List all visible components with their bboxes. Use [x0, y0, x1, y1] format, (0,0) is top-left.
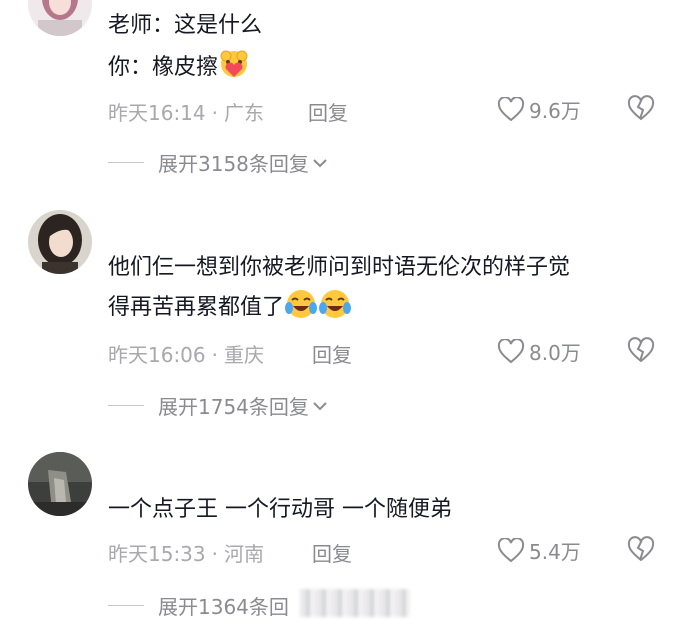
comment-location: 河南	[224, 542, 264, 566]
expand-replies-label: 展开1754条回复	[158, 395, 309, 419]
comment-text-line: 你：橡皮擦	[108, 50, 250, 90]
comment-meta: 昨天16:14 · 广东	[108, 101, 264, 125]
expand-divider	[108, 162, 144, 163]
chevron-down-icon	[313, 401, 327, 410]
broken-heart-icon	[627, 337, 655, 363]
dislike-button[interactable]	[626, 95, 656, 127]
avatar-image	[28, 210, 92, 274]
comment-meta: 昨天16:06 · 重庆	[108, 343, 264, 367]
comment-time: 昨天16:06	[108, 343, 206, 367]
dislike-button[interactable]	[626, 536, 656, 568]
comment-time: 昨天16:14	[108, 101, 206, 125]
like-button[interactable]: 9.6万	[497, 95, 581, 124]
comment-text-line: 得再苦再累都值了	[108, 288, 352, 330]
heart-outline-icon	[497, 338, 525, 363]
heart-outline-icon	[497, 537, 525, 562]
tears-of-joy-emoji-icon	[318, 288, 352, 330]
expand-replies-button[interactable]: 展开1754条回复	[108, 391, 329, 420]
dislike-button[interactable]	[626, 337, 656, 369]
commenter-avatar[interactable]	[28, 210, 92, 274]
heart-outline-icon	[497, 96, 525, 121]
comment-text-line: 他们仨一想到你被老师问到时语无伦次的样子觉	[108, 255, 571, 280]
watermark-overlay	[300, 589, 410, 617]
comment-time: 昨天15:33	[108, 542, 206, 566]
comment-location: 重庆	[224, 343, 264, 367]
like-button[interactable]: 5.4万	[497, 536, 581, 565]
reply-button[interactable]: 回复	[308, 97, 348, 126]
comment-text-line: 一个点子王 一个行动哥 一个随便弟	[108, 497, 452, 522]
comment-location: 广东	[224, 101, 264, 125]
comment-text-line: 老师：这是什么	[108, 13, 263, 38]
broken-heart-icon	[627, 95, 655, 121]
heart-hug-emoji-icon	[218, 50, 250, 90]
expand-replies-label: 展开3158条回复	[158, 152, 309, 176]
like-count: 5.4万	[529, 540, 581, 564]
broken-heart-icon	[627, 536, 655, 562]
expand-replies-button[interactable]: 展开1364条回	[108, 591, 289, 620]
like-count: 8.0万	[529, 341, 581, 365]
avatar-image	[28, 452, 92, 516]
expand-divider	[108, 405, 144, 406]
avatar-image	[28, 0, 92, 36]
tears-of-joy-emoji-icon	[284, 288, 318, 330]
expand-replies-label: 展开1364条回	[158, 595, 289, 619]
chevron-down-icon	[313, 158, 327, 167]
like-button[interactable]: 8.0万	[497, 337, 581, 366]
reply-button[interactable]: 回复	[312, 538, 352, 567]
like-count: 9.6万	[529, 99, 581, 123]
commenter-avatar[interactable]	[28, 0, 92, 36]
expand-divider	[108, 605, 144, 606]
reply-button[interactable]: 回复	[312, 339, 352, 368]
expand-replies-button[interactable]: 展开3158条回复	[108, 148, 329, 177]
commenter-avatar[interactable]	[28, 452, 92, 516]
comment-meta: 昨天15:33 · 河南	[108, 542, 264, 566]
